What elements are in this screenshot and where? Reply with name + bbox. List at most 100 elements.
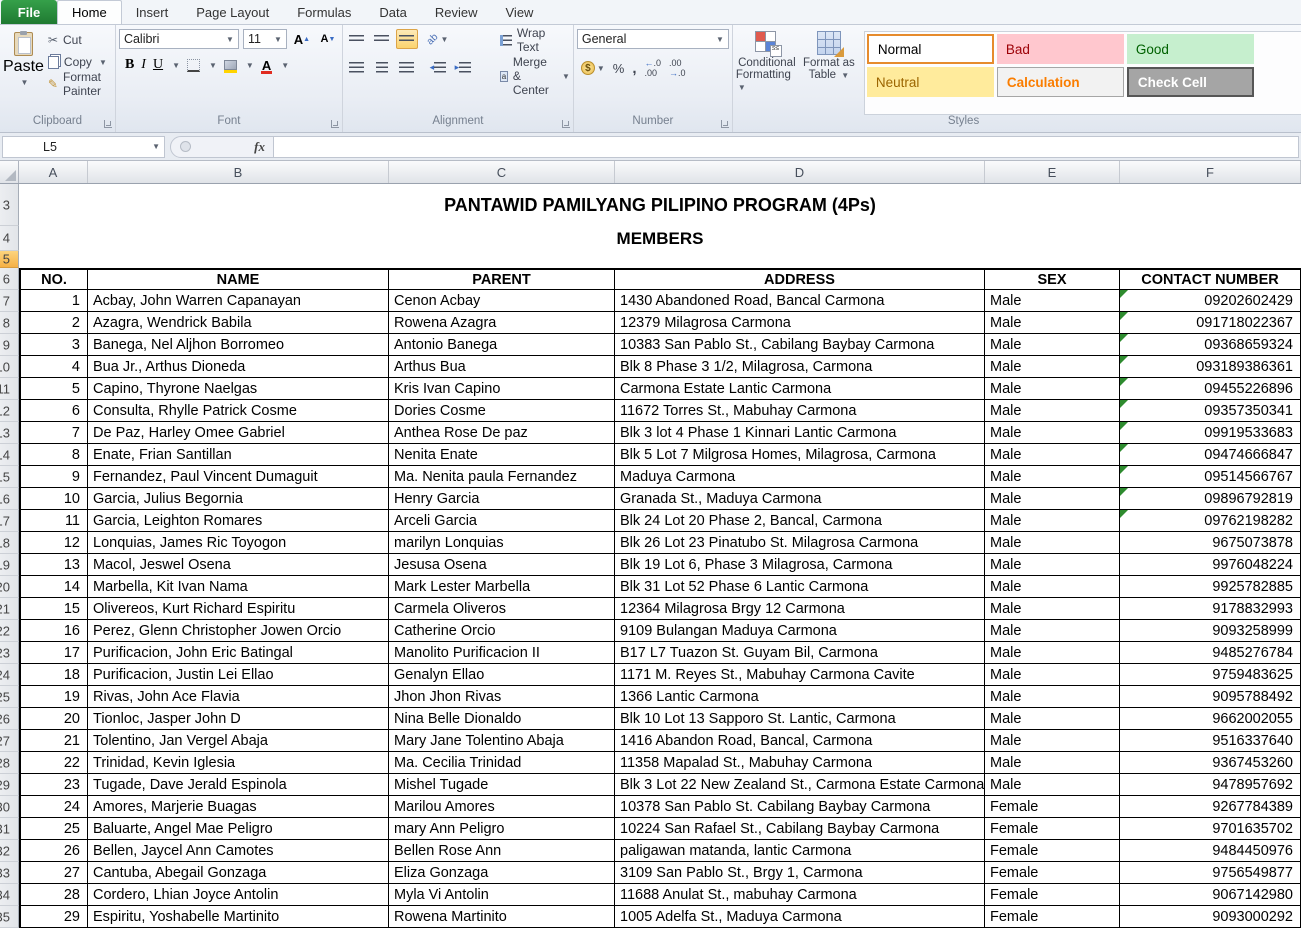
align-right-button[interactable] bbox=[396, 57, 418, 77]
cell-name[interactable]: Baluarte, Angel Mae Peligro bbox=[88, 818, 389, 840]
cell-address[interactable]: 3109 San Pablo St., Brgy 1, Carmona bbox=[615, 862, 985, 884]
tab-page-layout[interactable]: Page Layout bbox=[182, 0, 283, 24]
cell-parent[interactable]: Henry Garcia bbox=[389, 488, 615, 510]
row-header[interactable]: 4 bbox=[0, 226, 19, 251]
cell-contact[interactable]: 9267784389 bbox=[1120, 796, 1301, 818]
cell-name[interactable]: Banega, Nel Aljhon Borromeo bbox=[88, 334, 389, 356]
cell-name[interactable]: Cantuba, Abegail Gonzaga bbox=[88, 862, 389, 884]
row-header-selected[interactable]: 5 bbox=[0, 251, 19, 268]
cell-parent[interactable]: Bellen Rose Ann bbox=[389, 840, 615, 862]
style-chip-bad[interactable]: Bad bbox=[997, 34, 1124, 64]
cell-name[interactable]: Enate, Frian Santillan bbox=[88, 444, 389, 466]
cell-contact[interactable]: 09762198282 bbox=[1120, 510, 1301, 532]
cell-name[interactable]: Rivas, John Ace Flavia bbox=[88, 686, 389, 708]
cell-address[interactable]: Blk 3 Lot 22 New Zealand St., Carmona Es… bbox=[615, 774, 985, 796]
cell-address[interactable]: Blk 5 Lot 7 Milgrosa Homes, Milagrosa, C… bbox=[615, 444, 985, 466]
decrease-decimal-button[interactable]: .00→.0 bbox=[669, 58, 686, 78]
format-painter-button[interactable]: ✎ Format Painter bbox=[44, 73, 112, 95]
tab-insert[interactable]: Insert bbox=[122, 0, 183, 24]
row-header[interactable]: 12 bbox=[0, 400, 19, 422]
cell-sex[interactable]: Male bbox=[985, 532, 1120, 554]
row-header[interactable]: 3 bbox=[0, 184, 19, 226]
cell-contact[interactable]: 9478957692 bbox=[1120, 774, 1301, 796]
formula-input[interactable] bbox=[274, 136, 1299, 158]
cell-address[interactable]: Blk 8 Phase 3 1/2, Milagrosa, Carmona bbox=[615, 356, 985, 378]
cell-no[interactable]: 8 bbox=[19, 444, 88, 466]
cell-address[interactable]: 12379 Milagrosa Carmona bbox=[615, 312, 985, 334]
row-header[interactable]: 27 bbox=[0, 730, 19, 752]
row-header[interactable]: 29 bbox=[0, 774, 19, 796]
cell-parent[interactable]: Jhon Jhon Rivas bbox=[389, 686, 615, 708]
cell-no[interactable]: 21 bbox=[19, 730, 88, 752]
cell-parent[interactable]: Ma. Nenita paula Fernandez bbox=[389, 466, 615, 488]
row-header[interactable]: 8 bbox=[0, 312, 19, 334]
cell-contact[interactable]: 9485276784 bbox=[1120, 642, 1301, 664]
cell-parent[interactable]: Nenita Enate bbox=[389, 444, 615, 466]
cell-name[interactable]: Bellen, Jaycel Ann Camotes bbox=[88, 840, 389, 862]
percent-style-button[interactable]: % bbox=[613, 61, 625, 76]
column-header-f[interactable]: F bbox=[1120, 161, 1301, 183]
cell-contact[interactable]: 9925782885 bbox=[1120, 576, 1301, 598]
row-header[interactable]: 11 bbox=[0, 378, 19, 400]
cell-sex[interactable]: Male bbox=[985, 400, 1120, 422]
cell-sex[interactable]: Male bbox=[985, 356, 1120, 378]
cell-no[interactable]: 7 bbox=[19, 422, 88, 444]
cell-parent[interactable]: Myla Vi Antolin bbox=[389, 884, 615, 906]
row-header[interactable]: 6 bbox=[0, 268, 19, 290]
cell-parent[interactable]: Catherine Orcio bbox=[389, 620, 615, 642]
cell-sex[interactable]: Male bbox=[985, 444, 1120, 466]
cell-parent[interactable]: Rowena Azagra bbox=[389, 312, 615, 334]
insert-function-button[interactable]: fx bbox=[254, 139, 265, 155]
cell-contact[interactable]: 9756549877 bbox=[1120, 862, 1301, 884]
row-header[interactable]: 18 bbox=[0, 532, 19, 554]
cell-address[interactable]: 1005 Adelfa St., Maduya Carmona bbox=[615, 906, 985, 928]
middle-align-button[interactable] bbox=[371, 29, 393, 49]
cell-contact[interactable]: 09919533683 bbox=[1120, 422, 1301, 444]
cell-contact[interactable]: 9095788492 bbox=[1120, 686, 1301, 708]
row-header[interactable]: 9 bbox=[0, 334, 19, 356]
cell-address[interactable]: 10378 San Pablo St. Cabilang Baybay Carm… bbox=[615, 796, 985, 818]
row-header[interactable]: 33 bbox=[0, 862, 19, 884]
cell-contact[interactable]: 9976048224 bbox=[1120, 554, 1301, 576]
row-header[interactable]: 22 bbox=[0, 620, 19, 642]
cell-no[interactable]: 17 bbox=[19, 642, 88, 664]
cell-contact[interactable]: 09514566767 bbox=[1120, 466, 1301, 488]
cell-sex[interactable]: Female bbox=[985, 906, 1120, 928]
header-cell-contact[interactable]: CONTACT NUMBER bbox=[1120, 268, 1301, 290]
row-header[interactable]: 17 bbox=[0, 510, 19, 532]
fill-color-button[interactable] bbox=[224, 60, 237, 70]
cell-parent[interactable]: Cenon Acbay bbox=[389, 290, 615, 312]
number-format-combo[interactable]: General▼ bbox=[577, 29, 729, 49]
empty-row-area[interactable] bbox=[19, 251, 1301, 268]
cell-address[interactable]: Granada St., Maduya Carmona bbox=[615, 488, 985, 510]
cell-name[interactable]: Espiritu, Yoshabelle Martinito bbox=[88, 906, 389, 928]
cell-sex[interactable]: Male bbox=[985, 752, 1120, 774]
cell-address[interactable]: 11672 Torres St., Mabuhay Carmona bbox=[615, 400, 985, 422]
cell-address[interactable]: Blk 31 Lot 52 Phase 6 Lantic Carmona bbox=[615, 576, 985, 598]
row-header[interactable]: 14 bbox=[0, 444, 19, 466]
cell-address[interactable]: 1366 Lantic Carmona bbox=[615, 686, 985, 708]
cell-name[interactable]: Macol, Jeswel Osena bbox=[88, 554, 389, 576]
cell-no[interactable]: 4 bbox=[19, 356, 88, 378]
cell-sex[interactable]: Male bbox=[985, 488, 1120, 510]
style-chip-neutral[interactable]: Neutral bbox=[867, 67, 994, 97]
cell-no[interactable]: 13 bbox=[19, 554, 88, 576]
cell-contact[interactable]: 091718022367 bbox=[1120, 312, 1301, 334]
cell-name[interactable]: Acbay, John Warren Capanayan bbox=[88, 290, 389, 312]
row-header[interactable]: 15 bbox=[0, 466, 19, 488]
sheet-title[interactable]: PANTAWID PAMILYANG PILIPINO PROGRAM (4Ps… bbox=[19, 184, 1301, 226]
cell-no[interactable]: 3 bbox=[19, 334, 88, 356]
cell-name[interactable]: Garcia, Leighton Romares bbox=[88, 510, 389, 532]
cell-address[interactable]: 1430 Abandoned Road, Bancal Carmona bbox=[615, 290, 985, 312]
cell-no[interactable]: 1 bbox=[19, 290, 88, 312]
cell-name[interactable]: Capino, Thyrone Naelgas bbox=[88, 378, 389, 400]
select-all-button[interactable] bbox=[0, 161, 19, 183]
cell-address[interactable]: 1171 M. Reyes St., Mabuhay Carmona Cavit… bbox=[615, 664, 985, 686]
cell-address[interactable]: 9109 Bulangan Maduya Carmona bbox=[615, 620, 985, 642]
cell-address[interactable]: 10224 San Rafael St., Cabilang Baybay Ca… bbox=[615, 818, 985, 840]
top-align-button[interactable] bbox=[346, 29, 368, 49]
cell-sex[interactable]: Female bbox=[985, 840, 1120, 862]
cell-address[interactable]: 12364 Milagrosa Brgy 12 Carmona bbox=[615, 598, 985, 620]
column-header-b[interactable]: B bbox=[88, 161, 389, 183]
cell-contact[interactable]: 9093000292 bbox=[1120, 906, 1301, 928]
